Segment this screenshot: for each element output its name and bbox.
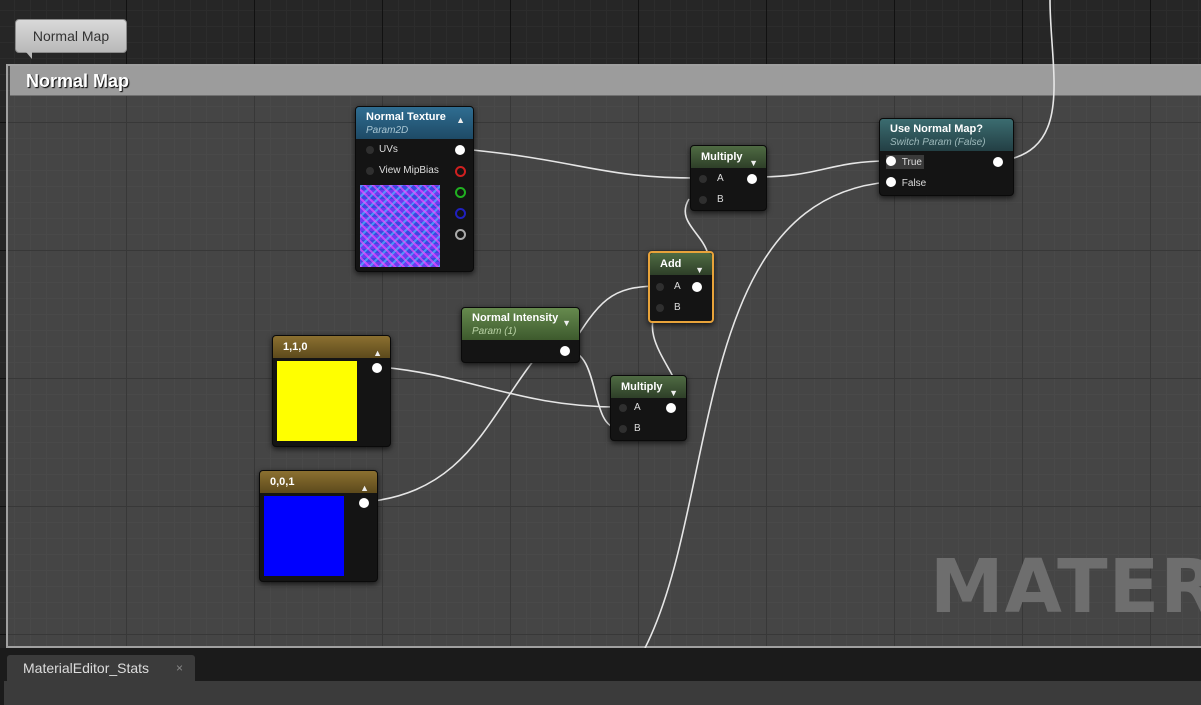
rgb-output-pin-icon[interactable] bbox=[455, 145, 465, 155]
node-title: Multiply bbox=[621, 381, 663, 393]
input-pin-icon[interactable] bbox=[619, 425, 627, 433]
node-title: Normal Texture bbox=[366, 111, 446, 123]
output-pin-icon[interactable] bbox=[692, 282, 702, 292]
output-pin-icon[interactable] bbox=[372, 363, 382, 373]
input-pin-icon[interactable] bbox=[366, 146, 374, 154]
output-pin-icon[interactable] bbox=[666, 403, 676, 413]
pin-label: View MipBias bbox=[379, 165, 439, 176]
red-output-pin-icon[interactable] bbox=[455, 166, 466, 177]
uvs-pin[interactable]: UVs bbox=[364, 143, 398, 157]
color-swatch-yellow bbox=[277, 361, 357, 441]
normal-intensity-node[interactable]: Normal Intensity Param (1) ▼ bbox=[461, 307, 580, 363]
constant-001-node[interactable]: 0,0,1 ▲ bbox=[259, 470, 378, 582]
node-header[interactable]: 1,1,0 ▲ bbox=[273, 336, 390, 358]
node-header[interactable]: Multiply ▼ bbox=[611, 376, 686, 398]
use-normal-map-switch-node[interactable]: Use Normal Map? Switch Param (False) Tru… bbox=[879, 118, 1014, 196]
node-header[interactable]: Normal Texture Param2D ▲ bbox=[356, 107, 473, 139]
collapse-arrow-icon[interactable]: ▲ bbox=[373, 342, 382, 364]
constant-110-node[interactable]: 1,1,0 ▲ bbox=[272, 335, 391, 447]
input-a-pin[interactable]: A bbox=[656, 280, 681, 294]
collapse-arrow-icon[interactable]: ▼ bbox=[562, 316, 571, 330]
pin-label: A bbox=[674, 281, 681, 292]
material-graph-canvas[interactable]: Normal Map Normal Map MATERIA Normal Tex… bbox=[0, 0, 1201, 648]
normal-texture-node[interactable]: Normal Texture Param2D ▲ UVs View MipBia… bbox=[355, 106, 474, 272]
node-header[interactable]: Use Normal Map? Switch Param (False) bbox=[880, 119, 1013, 151]
add-node[interactable]: Add ▼ A B bbox=[648, 251, 714, 323]
color-swatch-blue bbox=[264, 496, 344, 576]
input-pin-icon[interactable] bbox=[366, 167, 374, 175]
texture-preview bbox=[360, 185, 440, 267]
node-title: 0,0,1 bbox=[270, 476, 295, 488]
multiply-node-bottom[interactable]: Multiply ▼ A B bbox=[610, 375, 687, 441]
blue-output-pin-icon[interactable] bbox=[455, 208, 466, 219]
pin-label: UVs bbox=[379, 144, 398, 155]
output-pin-icon[interactable] bbox=[993, 157, 1003, 167]
material-watermark: MATERIA bbox=[930, 544, 1201, 630]
pin-label: False bbox=[901, 178, 927, 189]
node-header[interactable]: 0,0,1 ▲ bbox=[260, 471, 377, 493]
collapse-arrow-icon[interactable]: ▲ bbox=[360, 477, 369, 499]
true-pin[interactable]: True bbox=[886, 155, 924, 169]
node-header[interactable]: Add ▼ bbox=[650, 253, 712, 275]
collapse-arrow-icon[interactable]: ▼ bbox=[669, 382, 678, 404]
node-title: Multiply bbox=[701, 151, 743, 163]
input-b-pin[interactable]: B bbox=[656, 301, 681, 315]
input-pin-icon[interactable] bbox=[886, 177, 896, 187]
multiply-node-top[interactable]: Multiply ▼ A B bbox=[690, 145, 767, 211]
input-pin-icon[interactable] bbox=[699, 196, 707, 204]
pin-label: B bbox=[674, 302, 681, 313]
comment-title[interactable]: Normal Map bbox=[10, 66, 1201, 96]
pin-label: True bbox=[901, 157, 922, 168]
pin-label: A bbox=[717, 173, 724, 184]
pin-label: A bbox=[634, 402, 641, 413]
node-header[interactable]: Multiply ▼ bbox=[691, 146, 766, 168]
input-pin-icon[interactable] bbox=[656, 283, 664, 291]
view-mipbias-pin[interactable]: View MipBias bbox=[364, 164, 439, 178]
node-title: Normal Intensity bbox=[472, 312, 559, 324]
tab-label: MaterialEditor_Stats bbox=[23, 660, 150, 676]
input-b-pin[interactable]: B bbox=[699, 193, 724, 207]
green-output-pin-icon[interactable] bbox=[455, 187, 466, 198]
collapse-arrow-icon[interactable]: ▲ bbox=[456, 113, 465, 127]
input-a-pin[interactable]: A bbox=[699, 172, 724, 186]
node-title: 1,1,0 bbox=[283, 341, 308, 353]
node-title: Add bbox=[660, 258, 682, 270]
alpha-output-pin-icon[interactable] bbox=[455, 229, 466, 240]
collapse-arrow-icon[interactable]: ▼ bbox=[749, 152, 758, 174]
stats-panel-body bbox=[4, 681, 1201, 705]
comment-bubble[interactable]: Normal Map bbox=[15, 19, 127, 59]
input-pin-icon[interactable] bbox=[886, 156, 896, 166]
input-b-pin[interactable]: B bbox=[619, 422, 641, 436]
pin-label: B bbox=[634, 423, 641, 434]
pin-label: B bbox=[717, 194, 724, 205]
false-pin[interactable]: False bbox=[886, 176, 926, 190]
node-title: Use Normal Map? bbox=[890, 123, 983, 135]
input-pin-icon[interactable] bbox=[619, 404, 627, 412]
node-subtitle: Switch Param (False) bbox=[890, 137, 986, 148]
material-editor-stats-tab[interactable]: MaterialEditor_Stats × bbox=[7, 655, 195, 681]
input-pin-icon[interactable] bbox=[656, 304, 664, 312]
close-icon[interactable]: × bbox=[176, 655, 183, 681]
node-header[interactable]: Normal Intensity Param (1) ▼ bbox=[462, 308, 579, 340]
collapse-arrow-icon[interactable]: ▼ bbox=[695, 259, 704, 281]
input-pin-icon[interactable] bbox=[699, 175, 707, 183]
output-pin-icon[interactable] bbox=[359, 498, 369, 508]
output-pin-icon[interactable] bbox=[560, 346, 570, 356]
input-a-pin[interactable]: A bbox=[619, 401, 641, 415]
output-pin-icon[interactable] bbox=[747, 174, 757, 184]
